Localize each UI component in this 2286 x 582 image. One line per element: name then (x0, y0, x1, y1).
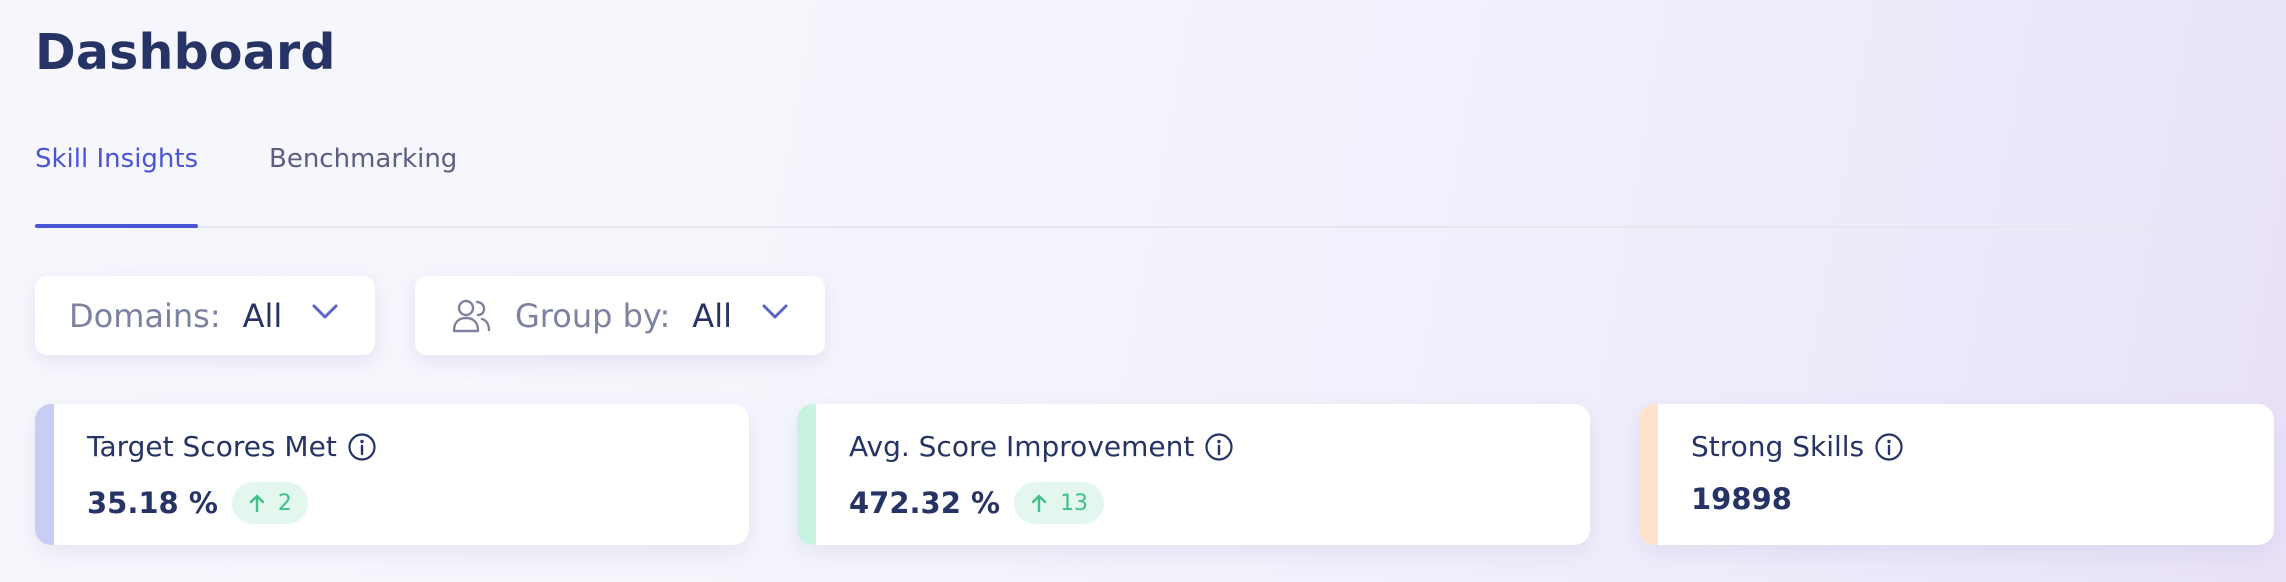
domains-filter-dropdown[interactable]: Domains: All (35, 276, 375, 355)
card-accent-bar (797, 404, 816, 545)
strong-skills-card: Strong Skills 19898 (1639, 404, 2274, 545)
card-title: Target Scores Met (87, 430, 377, 463)
group-by-filter-dropdown[interactable]: Group by: All (415, 276, 825, 355)
card-value-text: 19898 (1691, 482, 1792, 516)
card-title-text: Target Scores Met (87, 430, 337, 463)
page-title: Dashboard (35, 24, 336, 81)
domains-filter-value: All (242, 296, 283, 335)
tab-bar: Skill Insights Benchmarking (35, 138, 2165, 228)
info-icon[interactable] (1204, 432, 1234, 462)
avg-score-improvement-card: Avg. Score Improvement 472.32 % 13 (797, 404, 1590, 545)
group-by-filter-value: All (692, 296, 732, 335)
target-scores-met-card: Target Scores Met 35.18 % 2 (35, 404, 749, 545)
chevron-down-icon (762, 304, 788, 319)
trend-badge-value: 2 (277, 490, 292, 516)
card-value-text: 472.32 % (849, 486, 1001, 520)
card-value: 35.18 % 2 (87, 482, 308, 524)
card-accent-bar (35, 404, 54, 545)
card-value: 472.32 % 13 (849, 482, 1105, 524)
info-icon[interactable] (1874, 432, 1904, 462)
card-value-text: 35.18 % (87, 486, 218, 520)
domains-filter-label: Domains: (69, 296, 221, 335)
tab-benchmarking[interactable]: Benchmarking (269, 138, 457, 226)
info-icon[interactable] (347, 432, 377, 462)
card-accent-bar (1639, 404, 1658, 545)
card-title-text: Avg. Score Improvement (849, 430, 1195, 463)
trend-up-badge: 13 (1014, 482, 1105, 524)
card-value: 19898 (1691, 482, 1792, 516)
card-title: Avg. Score Improvement (849, 430, 1234, 463)
arrow-up-icon (249, 494, 265, 513)
card-title-text: Strong Skills (1691, 430, 1865, 463)
trend-up-badge: 2 (231, 482, 308, 524)
people-icon (452, 299, 491, 332)
trend-badge-value: 13 (1060, 490, 1089, 516)
group-by-filter-label: Group by: (515, 296, 671, 335)
tab-skill-insights[interactable]: Skill Insights (35, 138, 199, 228)
chevron-down-icon (312, 304, 338, 319)
arrow-up-icon (1031, 494, 1047, 513)
card-title: Strong Skills (1691, 430, 1904, 463)
